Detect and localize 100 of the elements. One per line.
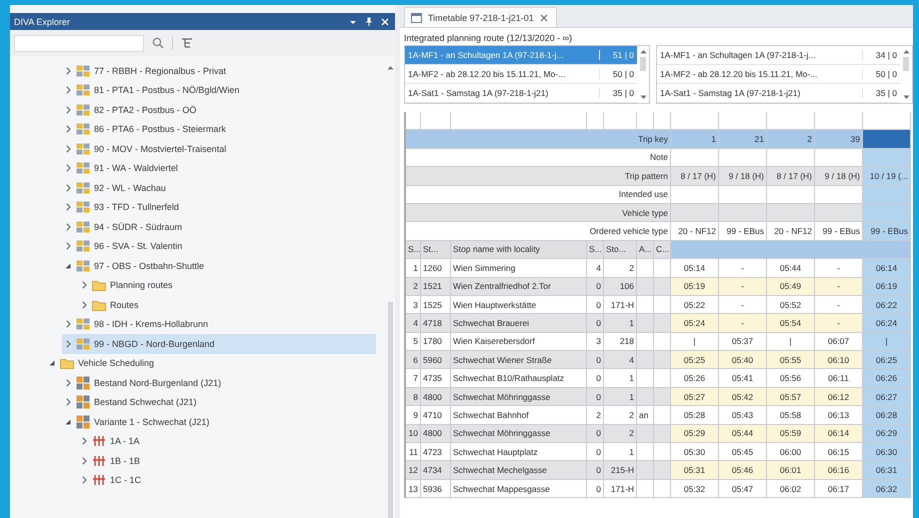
- table-cell: 1: [406, 259, 421, 278]
- table-cell: 11: [406, 443, 421, 462]
- table-cell: [719, 112, 767, 130]
- table-cell: Wien Simmering: [451, 259, 587, 278]
- column-header[interactable]: St...: [421, 240, 451, 260]
- expand-icon[interactable]: [66, 203, 70, 212]
- tree-item[interactable]: Planning routes: [78, 276, 376, 295]
- table-cell: 06:29: [863, 424, 911, 444]
- tree-item[interactable]: 90 - MOV - Mostviertel-Traisental: [62, 139, 376, 158]
- tree-item[interactable]: 1B - 1B: [78, 451, 376, 470]
- expand-icon[interactable]: [66, 340, 70, 348]
- table-cell: 05:25: [671, 351, 719, 370]
- table-cell: 05:28: [671, 406, 719, 425]
- table-cell: [767, 148, 815, 168]
- search-icon[interactable]: [152, 37, 164, 49]
- expand-icon[interactable]: [66, 125, 70, 134]
- table-cell: Schwechat Möhringgasse: [451, 424, 587, 444]
- tree-item[interactable]: 98 - IDH - Krems-Hollabrunn: [62, 314, 376, 334]
- table-window-icon: [411, 12, 422, 22]
- expand-icon[interactable]: [66, 144, 70, 153]
- tree-item[interactable]: 1A - 1A: [78, 432, 376, 451]
- expanded-icon[interactable]: [65, 262, 71, 269]
- column-header[interactable]: C...: [654, 240, 671, 260]
- expand-icon[interactable]: [66, 66, 70, 75]
- expanded-icon[interactable]: [49, 360, 55, 366]
- scroll-up-icon[interactable]: [640, 49, 646, 54]
- expand-icon[interactable]: [66, 184, 70, 192]
- table-cell: 0: [587, 314, 604, 333]
- tree-item[interactable]: 81 - PTA1 - Postbus - NÖ/Bgld/Wien: [62, 80, 376, 100]
- table-cell: Schwechat Hauptplatz: [451, 443, 587, 462]
- tree-item[interactable]: 82 - PTA2 - Postbus - OÖ: [62, 100, 376, 120]
- list-item[interactable]: 1A-MF1 - an Schultagen 1A (97-218-1-j... 34 | 0: [657, 46, 900, 65]
- tree-item[interactable]: Bestand Nord-Burgenland (J21): [62, 373, 376, 392]
- table-cell: 06:17: [815, 480, 863, 498]
- table-cell: 05:27: [671, 388, 719, 406]
- tree-item[interactable]: Routes: [78, 295, 376, 314]
- list-item[interactable]: 1A-Sat1 - Samstag 1A (97-218-1-j21) 35 | 0: [405, 84, 637, 103]
- pin-icon[interactable]: [365, 17, 373, 26]
- list-item[interactable]: 1A-MF2 - ab 28.12.20 bis 15.11.21, Mo-... 50 | 0: [657, 65, 900, 84]
- table-cell: 05:37: [719, 332, 767, 352]
- scrollbar-thumb[interactable]: [388, 302, 393, 518]
- expand-icon[interactable]: [66, 106, 70, 114]
- expand-icon[interactable]: [66, 378, 70, 387]
- tree-item[interactable]: 77 - RBBH - Regionalbus - Privat: [62, 61, 376, 80]
- tree-item[interactable]: Vehicle Scheduling: [46, 354, 376, 373]
- scroll-down-icon[interactable]: [640, 95, 646, 100]
- table-cell: 9: [406, 406, 421, 425]
- table-cell: [637, 480, 654, 498]
- expand-icon[interactable]: [82, 437, 86, 446]
- close-icon[interactable]: [540, 14, 548, 22]
- scrollbar-thumb[interactable]: [640, 57, 646, 71]
- operator-icon: [76, 317, 90, 332]
- table-cell: 05:46: [719, 461, 767, 480]
- tree-item[interactable]: 96 - SVA - St. Valentin: [62, 236, 376, 256]
- tree-item[interactable]: 99 - NBGD - Nord-Burgenland: [62, 334, 376, 354]
- table-cell: 05:59: [767, 424, 815, 444]
- expand-icon[interactable]: [82, 476, 86, 484]
- expand-icon[interactable]: [66, 164, 70, 172]
- scroll-down-icon[interactable]: [902, 95, 910, 100]
- expand-icon[interactable]: [66, 398, 70, 406]
- search-field[interactable]: [14, 34, 144, 52]
- table-cell: [654, 480, 671, 498]
- list-item[interactable]: 1A-MF2 - ab 28.12.20 bis 15.11.21, Mo-... 50 | 0: [405, 65, 637, 84]
- column-header[interactable]: A...: [637, 240, 654, 260]
- expand-icon[interactable]: [66, 222, 70, 231]
- table-cell: 05:19: [671, 278, 719, 296]
- tree-item[interactable]: 92 - WL - Wachau: [62, 178, 376, 198]
- tree-item[interactable]: Bestand Schwechat (J21): [62, 392, 376, 412]
- column-header[interactable]: S...: [587, 240, 604, 260]
- column-header[interactable]: Sto...: [604, 240, 637, 260]
- tree-item[interactable]: 93 - TFD - Tullnerfeld: [62, 198, 376, 217]
- table-cell: 7: [406, 369, 421, 388]
- tree-item[interactable]: 1C - 1C: [78, 470, 376, 490]
- table-cell: [654, 296, 671, 314]
- table-cell: 2: [406, 278, 421, 296]
- table-cell: 6: [406, 351, 421, 370]
- table-cell: [637, 278, 654, 296]
- table-cell: [654, 461, 671, 480]
- column-header[interactable]: S...: [406, 240, 421, 260]
- tree-item[interactable]: 86 - PTA6 - Postbus - Steiermark: [62, 120, 376, 139]
- list-item[interactable]: 1A-Sat1 - Samstag 1A (97-218-1-j21) 35 | 0: [657, 84, 900, 103]
- table-cell: 2: [604, 259, 637, 278]
- expand-icon[interactable]: [82, 281, 86, 290]
- expand-icon[interactable]: [66, 242, 70, 250]
- scroll-up-icon[interactable]: [902, 49, 910, 54]
- scroll-up-icon[interactable]: [387, 65, 394, 70]
- tree-item[interactable]: 97 - OBS - Ostbahn-Shuttle: [62, 256, 376, 276]
- column-header[interactable]: Stop name with locality: [451, 240, 587, 260]
- tree-item[interactable]: Variante 1 - Schwechat (J21): [62, 412, 376, 432]
- tree-item[interactable]: 94 - SÜDR - Südraum: [62, 217, 376, 236]
- bus-line-icon: [92, 473, 106, 488]
- expand-icon[interactable]: [82, 456, 86, 465]
- expand-icon[interactable]: [82, 300, 86, 309]
- filter-icon[interactable]: [181, 37, 193, 49]
- expand-icon[interactable]: [66, 86, 70, 94]
- scrollbar-thumb[interactable]: [903, 57, 909, 71]
- tree-item[interactable]: 91 - WA - Waldviertel: [62, 158, 376, 178]
- expanded-icon[interactable]: [65, 418, 71, 425]
- document-tab[interactable]: Timetable 97-218-1-j21-01: [404, 7, 557, 27]
- expand-icon[interactable]: [66, 320, 70, 328]
